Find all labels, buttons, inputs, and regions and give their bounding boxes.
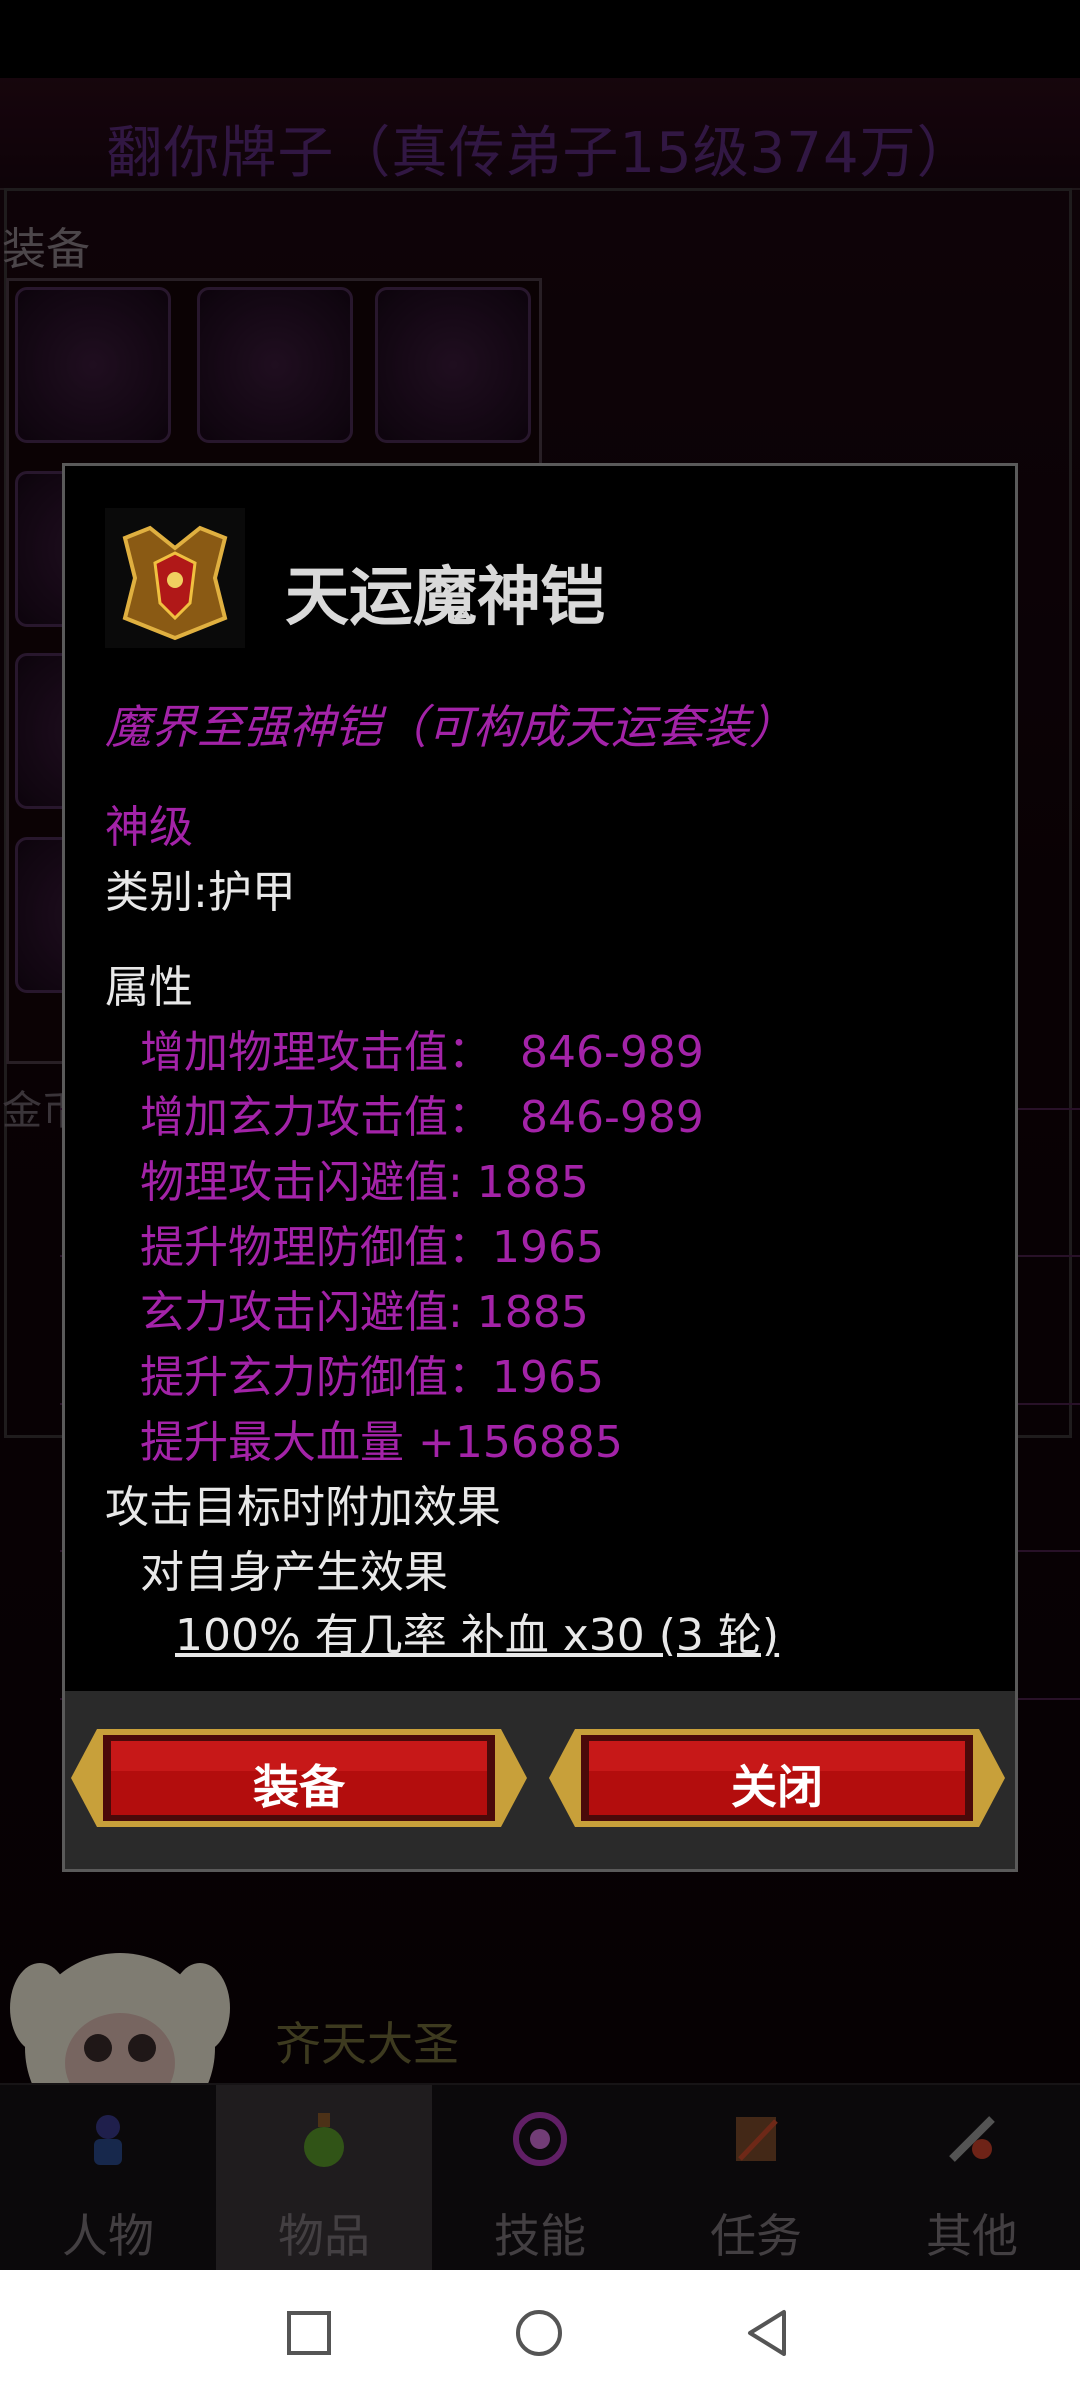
back-icon[interactable] xyxy=(744,2308,790,2358)
effect-detail-link[interactable]: 100% 有几率 补血 x30 (3 轮) xyxy=(175,1599,779,1663)
status-bar xyxy=(0,0,1080,78)
item-name: 天运魔神铠 xyxy=(285,561,605,635)
item-category: 类别:护甲 xyxy=(105,867,296,918)
system-nav-bar xyxy=(0,2270,1080,2400)
equip-button[interactable]: 装备 xyxy=(71,1715,527,1841)
effect-target: 对自身产生效果 xyxy=(140,1547,448,1598)
armor-icon xyxy=(105,508,245,648)
attribute-line: 增加玄力攻击值： 846-989 xyxy=(140,1092,704,1143)
recents-icon[interactable] xyxy=(286,2310,332,2356)
effect-title: 攻击目标时附加效果 xyxy=(105,1482,501,1533)
attribute-line: 提升最大血量 +156885 xyxy=(140,1417,623,1468)
attribute-line: 提升玄力防御值：1965 xyxy=(140,1352,604,1403)
close-button-label: 关闭 xyxy=(731,1760,823,1814)
item-grade: 神级 xyxy=(105,802,193,853)
close-button[interactable]: 关闭 xyxy=(549,1715,1005,1841)
item-detail-dialog: 天运魔神铠 魔界至强神铠（可构成天运套装） 神级 类别:护甲 属性 增加物理攻击… xyxy=(62,463,1018,1872)
attribute-line: 提升物理防御值：1965 xyxy=(140,1222,604,1273)
item-description: 魔界至强神铠（可构成天运套装） xyxy=(105,700,795,754)
attribute-line: 物理攻击闪避值: 1885 xyxy=(140,1157,589,1208)
attribute-line: 增加物理攻击值： 846-989 xyxy=(140,1027,704,1078)
attribute-line: 玄力攻击闪避值: 1885 xyxy=(140,1287,589,1338)
home-icon[interactable] xyxy=(514,2308,564,2358)
equip-button-label: 装备 xyxy=(253,1760,345,1814)
dialog-button-area: 装备 关闭 xyxy=(65,1691,1015,1869)
attributes-label: 属性 xyxy=(105,962,193,1013)
